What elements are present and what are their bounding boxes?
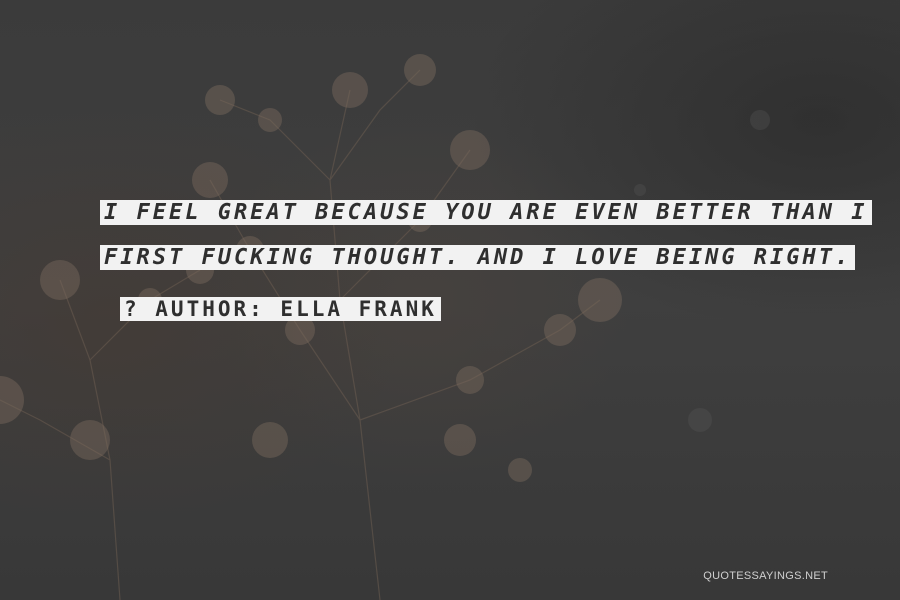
quote-line-2: FIRST FUCKING THOUGHT. AND I LOVE BEING …	[100, 243, 856, 273]
quote-line-1-text: I FEEL GREAT BECAUSE YOU ARE EVEN BETTER…	[100, 200, 872, 225]
quote-image: I FEEL GREAT BECAUSE YOU ARE EVEN BETTER…	[0, 0, 900, 600]
author-label: ? AUTHOR: ELLA FRANK	[120, 297, 441, 321]
quote-line-1: I FEEL GREAT BECAUSE YOU ARE EVEN BETTER…	[100, 198, 872, 228]
quote-line-2-text: FIRST FUCKING THOUGHT. AND I LOVE BEING …	[100, 245, 856, 270]
author-line: ? AUTHOR: ELLA FRANK	[120, 294, 441, 324]
site-watermark: QUOTESSAYINGS.NET	[703, 570, 828, 582]
